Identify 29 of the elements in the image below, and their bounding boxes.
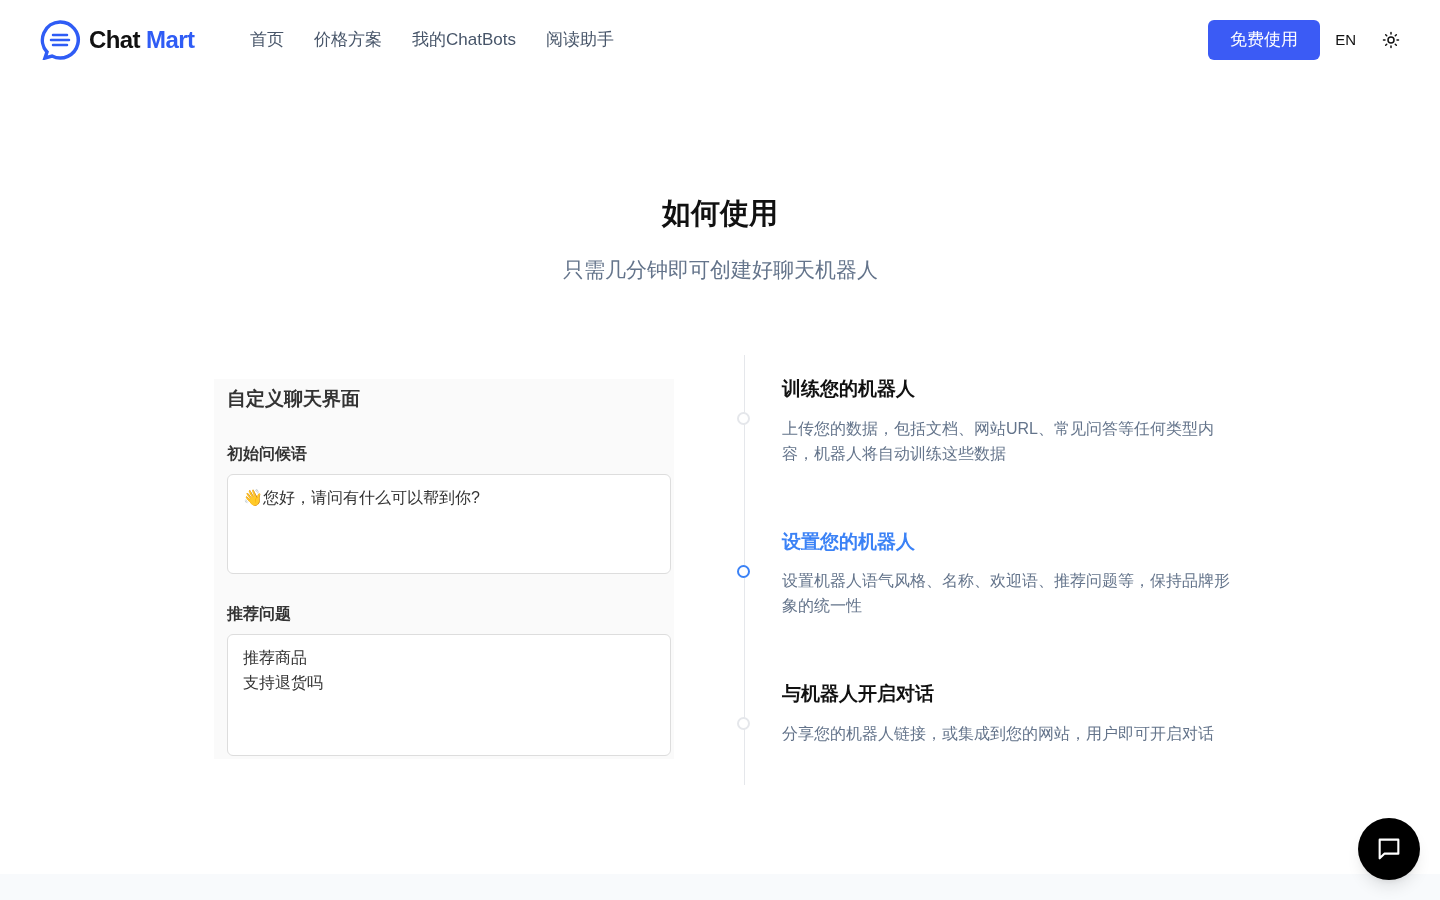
step-title: 设置您的机器人 (782, 529, 916, 554)
text-area[interactable]: 推荐商品 支持退货吗 (227, 633, 671, 756)
section-title: 如何使用 (662, 196, 778, 231)
step-description: 设置机器人语气风格、名称、欢迎语、推荐问题等，保持品牌形象的统一性 (782, 571, 1231, 616)
text-line: 👋您好，请问有什么可以帮到你? (243, 487, 480, 508)
section-subtitle: 只需几分钟即可创建好聊天机器人 (562, 256, 878, 283)
step-description: 分享您的机器人链接，或集成到您的网站，用户即可开启对话 (782, 723, 1215, 744)
text-area[interactable]: 👋您好，请问有什么可以帮到你? (227, 473, 671, 574)
step-title: 与机器人开启对话 (782, 682, 935, 706)
step-item[interactable]: 设置您的机器人 设置机器人语气风格、名称、欢迎语、推荐问题等，保持品牌形象的统一性 (782, 527, 1244, 618)
chat-button[interactable] (1358, 818, 1420, 880)
field-label: 初始问候语 (227, 443, 308, 464)
free-use-button[interactable]: 免费使用 (1208, 20, 1321, 60)
nav-link[interactable]: 首页 (250, 27, 284, 53)
nav-link[interactable]: 阅读助手 (545, 27, 614, 53)
logo-icon (40, 20, 81, 60)
text-line: 推荐商品 (243, 647, 307, 668)
step-title: 训练您的机器人 (782, 377, 916, 401)
nav-link[interactable]: 价格方案 (314, 27, 382, 53)
panel-title: 自定义聊天界面 (227, 387, 361, 411)
logo-text: Chat Mart (89, 25, 195, 55)
nav-link[interactable]: 我的ChatBots (412, 27, 516, 53)
text-line: 支持退货吗 (243, 672, 323, 693)
step-item[interactable]: 训练您的机器人 上传您的数据，包括文档、网站URL、常见问答等任何类型内容，机器人将自动训练这些数据 (782, 375, 1244, 466)
theme-toggle-icon[interactable] (1382, 31, 1400, 49)
step-item[interactable]: 与机器人开启对话 分享您的机器人链接，或集成到您的网站，用户即可开启对话 (782, 680, 1244, 746)
language-button[interactable]: EN (1335, 28, 1356, 52)
field-label: 推荐问题 (227, 603, 292, 624)
step-description: 上传您的数据，包括文档、网站URL、常见问答等任何类型内容，机器人将自动训练这些数据 (782, 418, 1215, 464)
